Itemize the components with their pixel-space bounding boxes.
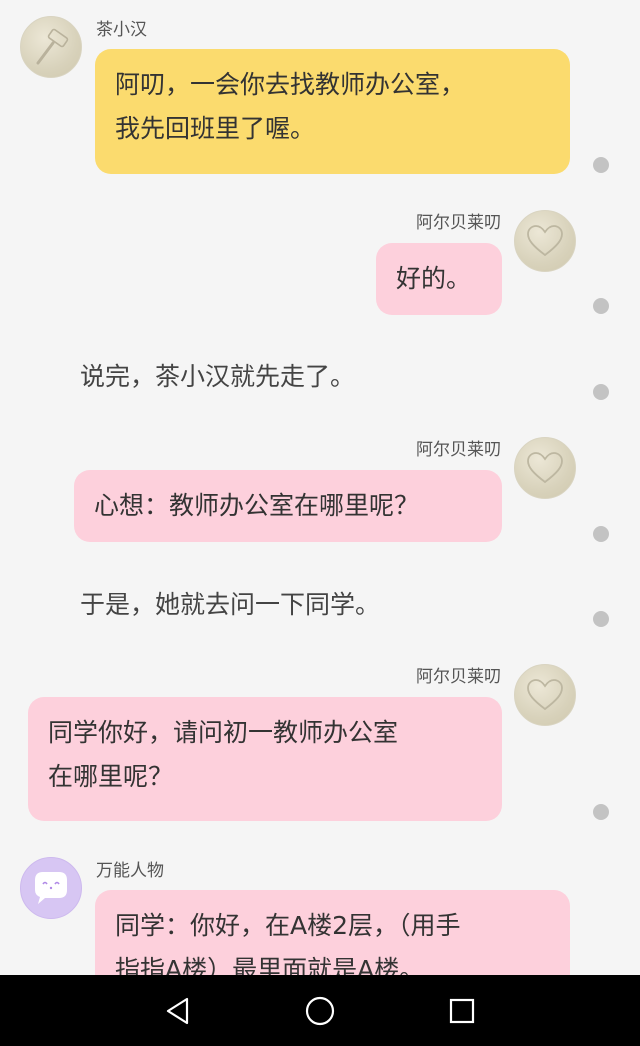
message-bubble[interactable]: 心想：教师办公室在哪里呢？ [74, 470, 502, 542]
message-bubble[interactable]: 好的。 [376, 243, 502, 315]
chat-area[interactable]: 茶小汉 阿叨，一会你去找教师办公室， 我先回班里了喔。 阿尔贝莱叨 好的。 说完… [0, 0, 640, 975]
message-line: 同学你好，请问初一教师办公室 [48, 718, 399, 747]
message-line: 好的。 [396, 264, 472, 293]
recent-apps-button[interactable] [438, 987, 486, 1035]
message-line: 同学：你好，在A楼2层，（用手 [115, 911, 461, 940]
status-dot [593, 298, 609, 314]
speaker-name: 茶小汉 [96, 20, 147, 40]
heart-icon [527, 225, 563, 257]
back-button[interactable] [154, 987, 202, 1035]
narration-text: 于是，她就去问一下同学。 [80, 590, 381, 619]
speaker-name: 阿尔贝莱叨 [416, 440, 501, 460]
message-line: 在哪里呢？ [48, 762, 174, 791]
hammer-icon [36, 28, 69, 65]
status-dot [593, 157, 609, 173]
heart-icon [527, 679, 563, 711]
back-triangle-icon [166, 997, 189, 1025]
speaker-name: 万能人物 [96, 861, 164, 881]
message-line: 心想：教师办公室在哪里呢？ [94, 491, 420, 520]
message-line: 我先回班里了喔。 [115, 114, 316, 143]
home-circle-icon [305, 996, 335, 1026]
message-bubble[interactable]: 同学你好，请问初一教师办公室 在哪里呢？ [28, 697, 502, 821]
heart-icon [527, 452, 563, 484]
avatar-aer-beilaidao[interactable] [514, 437, 576, 499]
avatar-aer-beilaidao[interactable] [514, 210, 576, 272]
message-bubble[interactable]: 阿叨，一会你去找教师办公室， 我先回班里了喔。 [95, 49, 570, 174]
status-dot [593, 384, 609, 400]
avatar-wanneng-renwu[interactable] [20, 857, 82, 919]
narration-text: 说完，茶小汉就先走了。 [80, 362, 356, 391]
message-line: 指指A楼）最里面就是A楼。 [115, 955, 425, 975]
status-dot [593, 526, 609, 542]
recent-square-icon [449, 998, 475, 1024]
avatar-aer-beilaidao[interactable] [514, 664, 576, 726]
status-dot [593, 611, 609, 627]
speaker-name: 阿尔贝莱叨 [416, 667, 501, 687]
home-button[interactable] [296, 987, 344, 1035]
avatar-cha-xiaohan[interactable] [20, 16, 82, 78]
message-line: 阿叨，一会你去找教师办公室， [115, 70, 466, 99]
message-bubble[interactable]: 同学：你好，在A楼2层，（用手 指指A楼）最里面就是A楼。 [95, 890, 570, 975]
status-dot [593, 804, 609, 820]
chat-bubble-icon [35, 872, 67, 904]
speaker-name: 阿尔贝莱叨 [416, 213, 501, 233]
navigation-bar [0, 975, 640, 1046]
